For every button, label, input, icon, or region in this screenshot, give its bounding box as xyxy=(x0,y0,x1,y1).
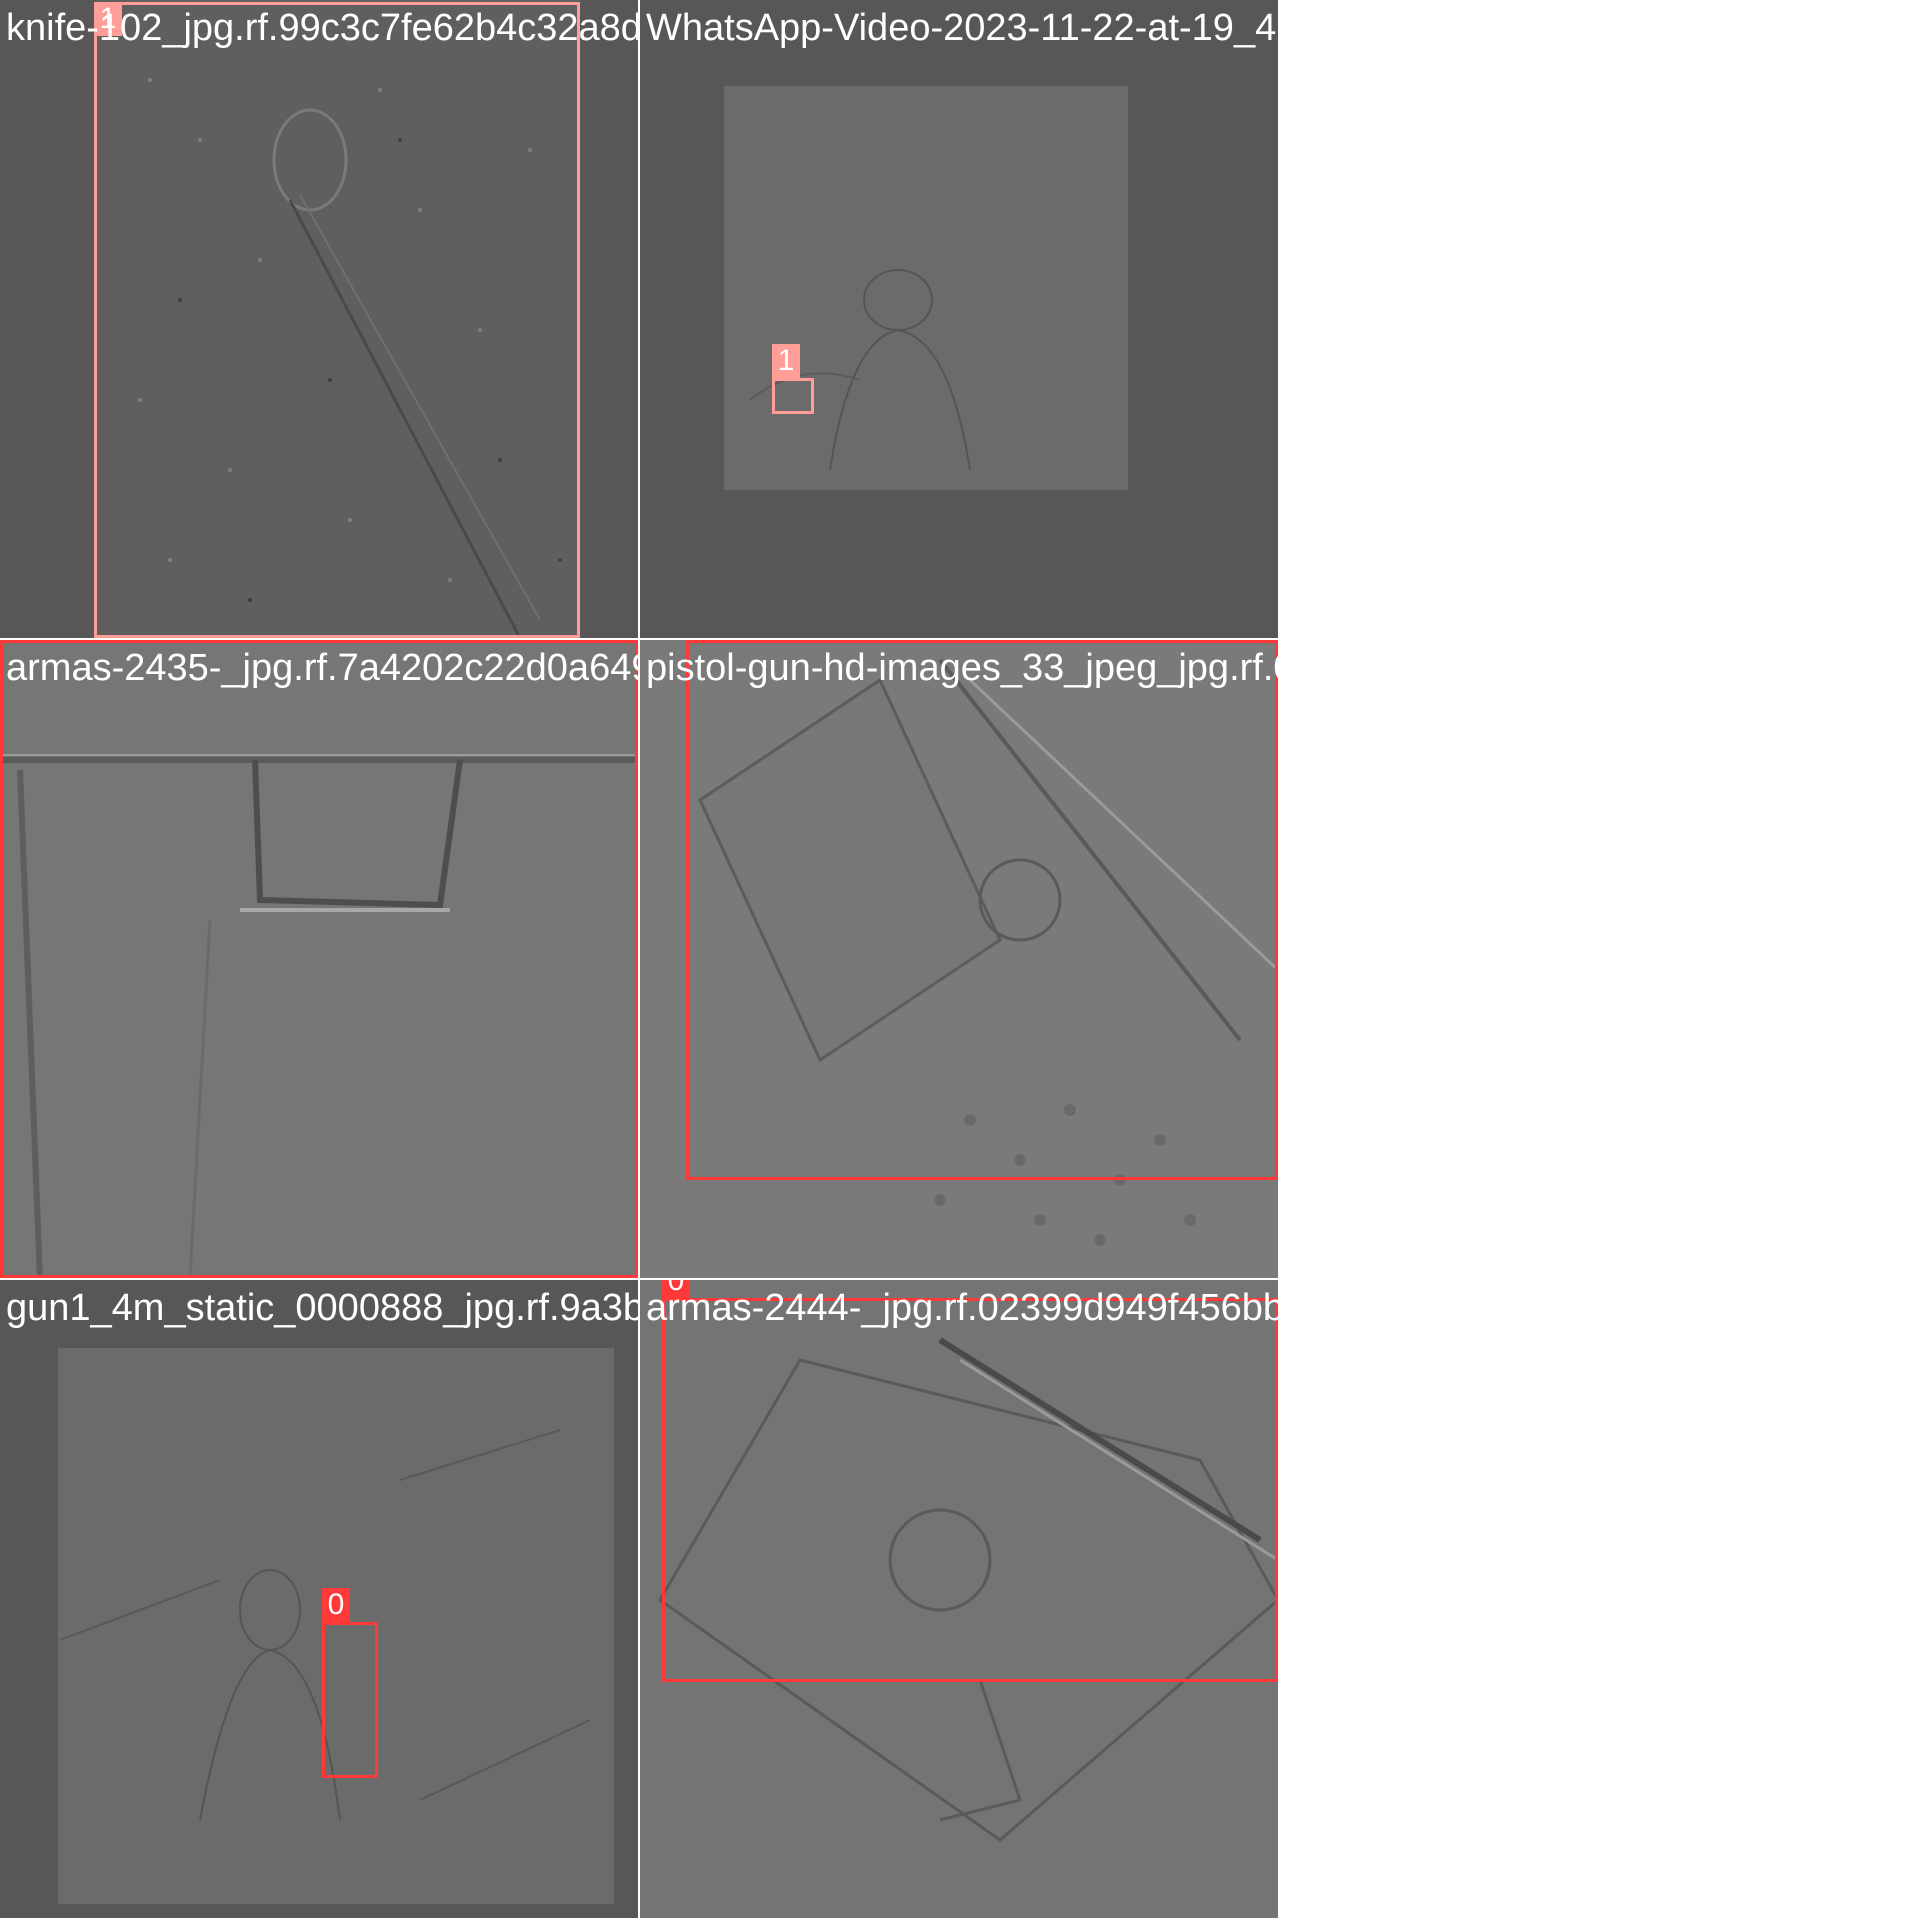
tile-pistol: 0 pistol-gun-hd-images_33_jpeg_jpg.rf.0a… xyxy=(640,640,1278,1278)
detection-box xyxy=(686,640,1278,1180)
image-filename: knife-102_jpg.rf.99c3c7fe62b4c32a8d76b5b xyxy=(6,7,638,49)
tile-knife: 1 knife-102_jpg.rf.99c3c7fe62b4c32a8d76b… xyxy=(0,0,638,638)
image-filename: WhatsApp-Video-2023-11-22-at-19_47_53_mp xyxy=(646,7,1278,49)
class-label: 1 xyxy=(772,344,800,378)
tile-armas-2435: armas-2435-_jpg.rf.7a4202c22d0a649c369a1 xyxy=(0,640,638,1278)
tile-armas-2444: 0 armas-2444-_jpg.rf.02399d949f456bb1e70… xyxy=(640,1280,1278,1918)
detection-box xyxy=(772,378,814,414)
grid-divider xyxy=(0,638,1280,640)
grid-divider xyxy=(0,1278,1280,1280)
detection-box xyxy=(0,640,638,1278)
image-filename: armas-2435-_jpg.rf.7a4202c22d0a649c369a1 xyxy=(6,647,638,689)
detection-box xyxy=(94,2,580,638)
gun1-static-image xyxy=(0,1280,638,1918)
image-filename: armas-2444-_jpg.rf.02399d949f456bb1e70a1 xyxy=(646,1287,1278,1329)
detection-box xyxy=(662,1298,1278,1682)
mosaic-grid: 1 knife-102_jpg.rf.99c3c7fe62b4c32a8d76b… xyxy=(0,0,1920,1920)
tile-gun1-static: 0 gun1_4m_static_0000888_jpg.rf.9a3bb0ff… xyxy=(0,1280,638,1918)
image-filename: gun1_4m_static_0000888_jpg.rf.9a3bb0ff7 xyxy=(6,1287,638,1329)
whatsapp-frame-image xyxy=(640,0,1278,638)
detection-box xyxy=(322,1622,378,1778)
grid-divider xyxy=(638,0,640,1920)
class-label: 0 xyxy=(322,1588,350,1622)
tile-whatsapp: 1 WhatsApp-Video-2023-11-22-at-19_47_53_… xyxy=(640,0,1278,638)
image-filename: pistol-gun-hd-images_33_jpeg_jpg.rf.0abd xyxy=(646,647,1278,689)
